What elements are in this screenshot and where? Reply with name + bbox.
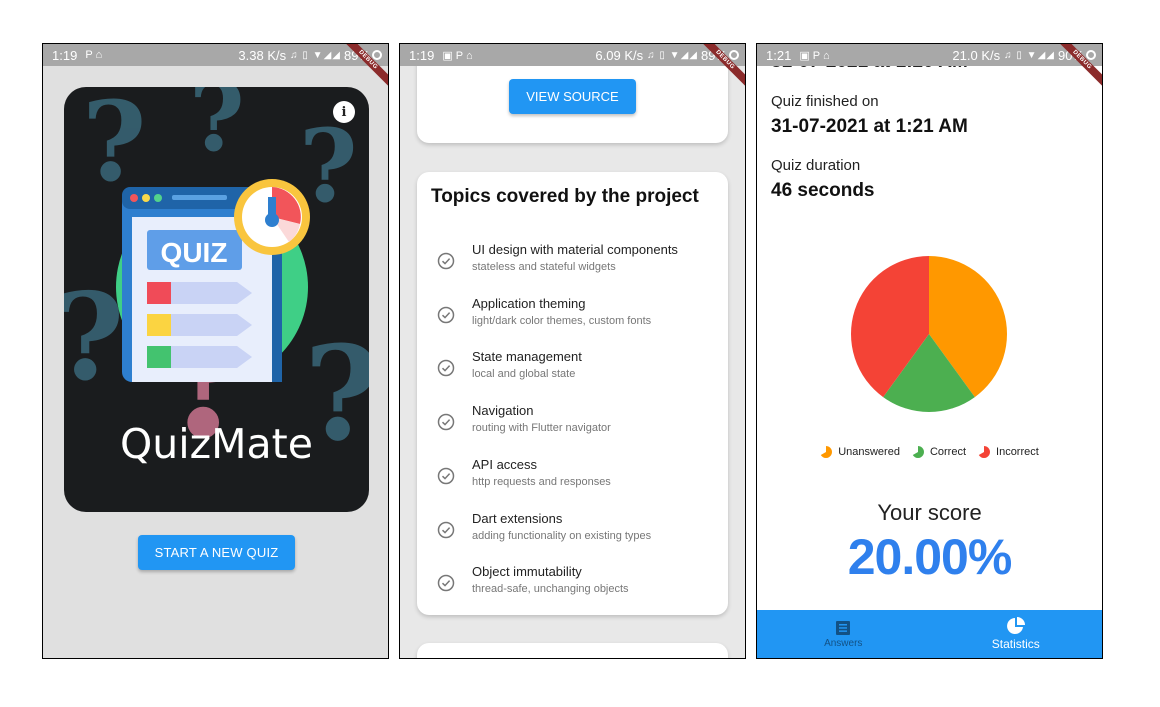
legend-item-unanswered: Unanswered: [820, 446, 900, 458]
list-icon: [836, 620, 851, 635]
quiz-illustration: QUIZ: [116, 179, 310, 382]
duration-value: 46 seconds: [771, 180, 875, 201]
topic-item: Object immutability thread-safe, unchangi…: [437, 564, 717, 604]
nav-answers[interactable]: Answers: [757, 610, 930, 658]
topic-subtitle: http requests and responses: [472, 475, 611, 488]
status-bar: 1:19 ▣ P ⌂ 6.09 K/s ♫ ▯ ▼◢◢ 89%: [400, 44, 745, 66]
legend-label: Incorrect: [996, 446, 1039, 458]
next-card: [417, 643, 728, 658]
topics-card: Topics covered by the project UI design …: [417, 172, 728, 615]
notification-icons: ▣ P ⌂: [442, 49, 473, 62]
topic-subtitle: adding functionality on existing types: [472, 529, 652, 542]
chart-legend: Unanswered Correct Incorrect: [757, 446, 1102, 458]
finished-label: Quiz finished on: [771, 93, 879, 110]
topic-title: Dart extensions: [472, 510, 563, 526]
signal-icons: ♫ ▯ ▼◢◢: [1004, 49, 1055, 61]
score-label: Your score: [877, 500, 982, 525]
finished-value: 31-07-2021 at 1:21 AM: [771, 116, 968, 137]
topic-item: API access http requests and responses: [437, 457, 717, 497]
pie-legend-icon: [978, 446, 991, 458]
signal-icons: ♫ ▯ ▼◢◢: [290, 49, 341, 61]
legend-item-incorrect: Incorrect: [978, 446, 1039, 458]
start-new-quiz-button[interactable]: START A NEW QUIZ: [138, 535, 295, 570]
bottom-navigation: Answers Statistics: [757, 610, 1102, 658]
check-circle-icon: [437, 413, 455, 431]
legend-label: Correct: [929, 446, 967, 458]
pie-legend-icon: [912, 446, 924, 458]
check-circle-icon: [437, 574, 455, 592]
statistics-screen: 1:21 ▣ P ⌂ 21.0 K/s ♫ ▯ ▼◢◢ 90% DEBUG 31…: [756, 43, 1103, 659]
info-button[interactable]: i: [333, 101, 355, 123]
topic-item: Navigation routing with Flutter navigator: [437, 403, 717, 443]
topic-title: UI design with material components: [472, 242, 678, 257]
network-rate: 3.38 K/s: [238, 47, 287, 63]
topic-subtitle: local and global state: [472, 368, 576, 381]
check-circle-icon: [437, 306, 455, 323]
topic-title: Navigation: [472, 403, 534, 419]
nav-answers-label: Answers: [824, 637, 863, 649]
quiz-art-label: QUIZ: [161, 237, 228, 268]
check-circle-icon: [437, 521, 455, 538]
about-screen: 1:19 ▣ P ⌂ 6.09 K/s ♫ ▯ ▼◢◢ 89% DEBUG de…: [399, 43, 746, 659]
battery-icon: [372, 50, 382, 60]
score-pie-chart: [851, 256, 1007, 412]
check-circle-icon: [437, 467, 455, 485]
status-time: 1:19: [409, 47, 435, 63]
topic-item: Dart extensions adding functionality on e…: [437, 511, 717, 551]
status-bar: 1:19 P ⌂ 3.38 K/s ♫ ▯ ▼◢◢ 89%: [43, 44, 388, 66]
duration-label: Quiz duration: [771, 157, 861, 174]
hero-card: ? ? ? ? ? ? i QUIZ: [64, 87, 369, 512]
status-bar: 1:21 ▣ P ⌂ 21.0 K/s ♫ ▯ ▼◢◢ 90%: [757, 44, 1102, 66]
topic-subtitle: routing with Flutter navigator: [472, 422, 611, 435]
notification-icons: ▣ P ⌂: [799, 49, 830, 62]
status-time: 1:21: [766, 47, 792, 63]
status-time: 1:19: [52, 47, 78, 63]
nav-statistics-label: Statistics: [991, 637, 1040, 651]
network-rate: 6.09 K/s: [595, 47, 644, 63]
signal-icons: ♫ ▯ ▼◢◢: [647, 49, 698, 61]
check-circle-icon: [437, 252, 455, 270]
topic-subtitle: thread-safe, unchanging objects: [472, 583, 629, 596]
topic-item: UI design with material components statel…: [437, 242, 717, 282]
topic-title: API access: [472, 456, 538, 472]
legend-item-correct: Correct: [912, 446, 966, 458]
network-rate: 21.0 K/s: [952, 47, 1001, 63]
battery-icon: [1086, 50, 1096, 60]
legend-label: Unanswered: [838, 446, 900, 458]
topic-title: Application theming: [472, 295, 586, 311]
nav-statistics[interactable]: Statistics: [930, 610, 1103, 658]
battery-icon: [729, 50, 739, 60]
check-circle-icon: [437, 360, 455, 377]
view-source-button[interactable]: VIEW SOURCE: [509, 79, 636, 114]
topic-title: State management: [472, 349, 582, 365]
topics-title: Topics covered by the project: [431, 186, 699, 207]
pie-chart-icon: [1006, 617, 1025, 634]
app-title: QuizMate: [120, 420, 313, 468]
score-value: 20.00%: [847, 529, 1013, 585]
home-screen: 1:19 P ⌂ 3.38 K/s ♫ ▯ ▼◢◢ 89% DEBUG ? ? …: [42, 43, 389, 659]
notification-icons: P ⌂: [85, 49, 103, 61]
topic-item: Application theming light/dark color them…: [437, 296, 717, 336]
question-mark-decoration: ?: [189, 87, 245, 173]
topic-subtitle: stateless and stateful widgets: [472, 261, 616, 273]
topic-item: State management local and global state: [437, 349, 717, 389]
pie-legend-icon: [820, 446, 833, 458]
topic-title: Object immutability: [472, 564, 582, 580]
topic-subtitle: light/dark color themes, custom fonts: [472, 314, 652, 327]
